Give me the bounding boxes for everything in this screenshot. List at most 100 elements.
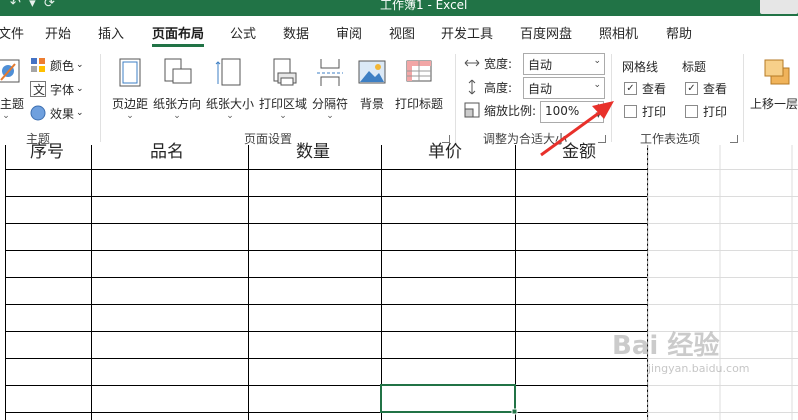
fonts-label: 字体	[50, 82, 75, 97]
chevron-down-icon: ⌄	[226, 111, 234, 121]
tab-home[interactable]: 开始	[45, 23, 71, 42]
scale-spinner[interactable]: 100% ▲ ▼	[540, 101, 604, 123]
tab-insert[interactable]: 插入	[98, 23, 124, 42]
colors-label: 颜色	[50, 58, 75, 73]
chevron-down-icon: ⌄	[326, 111, 334, 121]
tab-data[interactable]: 数据	[283, 23, 309, 42]
chevron-down-icon: ⌄	[76, 108, 84, 118]
selected-cell[interactable]	[380, 384, 516, 413]
header-cell-price: 单价	[428, 142, 462, 162]
themes-label: 主题	[0, 97, 24, 111]
bring-forward-label: 上移一层	[750, 97, 798, 111]
print-area-label: 打印区域	[258, 97, 307, 111]
effects-button[interactable]: 效果 ⌄	[30, 103, 84, 123]
group-separator	[743, 54, 744, 142]
themes-button[interactable]: 主题 ⌄	[0, 56, 24, 121]
headings-header: 标题	[682, 60, 707, 74]
tab-baidu-netdisk[interactable]: 百度网盘	[520, 23, 572, 42]
fonts-button[interactable]: 文 字体 ⌄	[30, 79, 84, 99]
width-label-row: 宽度:	[464, 53, 512, 73]
orientation-label: 纸张方向	[152, 97, 201, 111]
gridlines-print-checkbox[interactable]	[624, 105, 637, 118]
page-size-icon	[215, 58, 241, 86]
breaks-button[interactable]: 分隔符 ⌄	[310, 56, 350, 121]
watermark-text: Bai 经验	[612, 331, 720, 361]
gridlines-header: 网格线	[622, 60, 659, 74]
bring-forward-icon	[764, 59, 790, 85]
tab-camera[interactable]: 照相机	[599, 23, 638, 42]
active-tab-indicator	[152, 44, 204, 47]
margins-label: 页边距	[111, 97, 148, 111]
headings-print-checkbox[interactable]	[685, 105, 698, 118]
tab-page-layout[interactable]: 页面布局	[152, 23, 204, 42]
chevron-down-icon: ⌄	[593, 80, 601, 90]
chevron-down-icon: ⌄	[2, 111, 10, 121]
scale-label: 缩放比例:	[484, 103, 537, 118]
height-value: 自动	[528, 82, 553, 96]
height-icon	[468, 79, 476, 95]
tab-file[interactable]: 文件	[0, 23, 24, 42]
size-button[interactable]: 纸张大小 ⌄	[204, 56, 256, 121]
watermark-subtext: jingyan.baidu.com	[648, 362, 750, 375]
headings-print-label: 打印	[703, 105, 728, 119]
chevron-down-icon: ⌄	[593, 56, 601, 66]
width-value: 自动	[528, 58, 553, 72]
print-area-button[interactable]: 打印区域 ⌄	[257, 56, 309, 121]
tab-help[interactable]: 帮助	[666, 23, 692, 42]
header-cell-index: 序号	[30, 142, 64, 162]
scale-to-fit-dialog-launcher[interactable]	[598, 135, 606, 143]
group-separator	[611, 54, 612, 142]
orientation-button[interactable]: 纸张方向 ⌄	[152, 56, 202, 121]
tab-review[interactable]: 审阅	[336, 23, 362, 42]
size-label: 纸张大小	[205, 97, 254, 111]
chevron-down-icon: ⌄	[173, 111, 181, 121]
effects-icon	[30, 105, 46, 121]
chevron-down-icon: ⌄	[126, 111, 134, 121]
fonts-icon: 文	[30, 81, 46, 97]
chevron-down-icon: ⌄	[279, 111, 287, 121]
title-bar: ↶ ▾ ⟳ 工作簿1 - Excel	[0, 0, 798, 16]
header-cell-name: 品名	[150, 142, 184, 162]
height-dropdown[interactable]: 自动 ⌄	[523, 77, 605, 99]
width-icon	[464, 59, 480, 67]
bring-forward-button[interactable]: 上移一层	[750, 56, 798, 112]
colors-button[interactable]: 颜色 ⌄	[30, 55, 84, 75]
headings-view-checkbox[interactable]: ✓	[685, 82, 698, 95]
themes-icon	[0, 59, 20, 83]
quick-access-toolbar[interactable]: ↶ ▾ ⟳	[10, 0, 55, 11]
print-area-icon	[273, 58, 297, 86]
tab-formulas[interactable]: 公式	[230, 23, 256, 42]
gridlines-view-checkbox[interactable]: ✓	[624, 82, 637, 95]
background-label: 背景	[359, 97, 384, 111]
width-dropdown[interactable]: 自动 ⌄	[523, 53, 605, 75]
height-label-row: 高度:	[464, 77, 512, 97]
scale-icon	[464, 102, 480, 118]
gridlines-view-label: 查看	[642, 82, 667, 96]
header-cell-qty: 数量	[296, 142, 330, 162]
tab-view[interactable]: 视图	[389, 23, 415, 42]
chevron-down-icon: ⌄	[76, 84, 84, 94]
scale-label-row: 缩放比例:	[464, 100, 536, 120]
sheet-options-dialog-launcher[interactable]	[730, 135, 738, 143]
height-label: 高度:	[484, 80, 513, 95]
background-image-icon	[358, 60, 386, 84]
group-separator	[455, 54, 456, 142]
margins-button[interactable]: 页边距 ⌄	[108, 56, 152, 121]
headings-view-label: 查看	[703, 82, 728, 96]
print-titles-icon	[406, 60, 432, 82]
print-titles-button[interactable]: 打印标题	[392, 56, 446, 112]
window-title: 工作簿1 - Excel	[380, 0, 468, 12]
print-titles-label: 打印标题	[394, 97, 443, 111]
background-button[interactable]: 背景	[354, 56, 390, 112]
tab-developer[interactable]: 开发工具	[441, 23, 493, 42]
effects-label: 效果	[50, 106, 75, 121]
search-box[interactable]	[760, 0, 798, 14]
header-cell-amount: 金额	[562, 142, 596, 162]
ribbon-tabs: 文件 开始 插入 页面布局 公式 数据 审阅 视图 开发工具 百度网盘 照相机 …	[0, 16, 798, 48]
width-label: 宽度:	[484, 56, 513, 71]
gridlines-print-label: 打印	[642, 105, 667, 119]
margins-icon	[119, 58, 141, 87]
fill-handle[interactable]	[511, 408, 518, 415]
spinner-arrows-icon[interactable]: ▲ ▼	[596, 102, 601, 120]
orientation-icon	[164, 58, 192, 84]
